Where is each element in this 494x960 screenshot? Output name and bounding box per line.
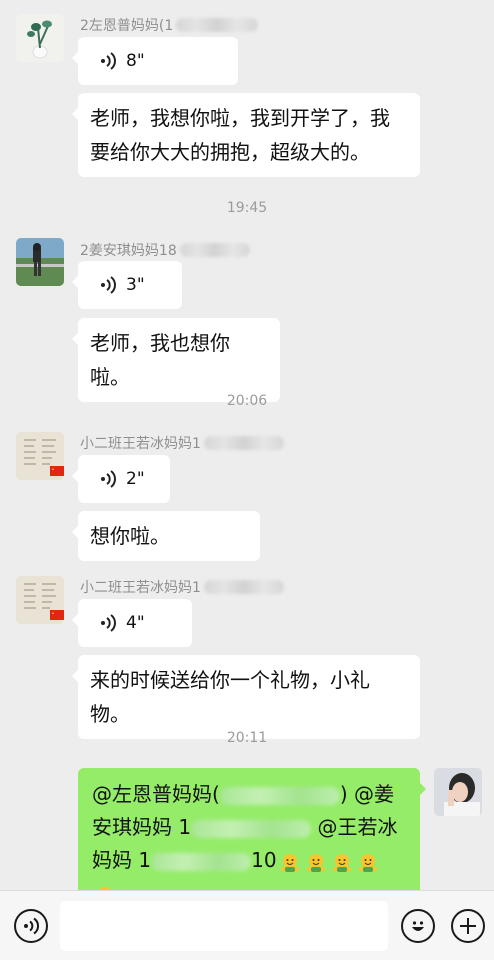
redacted-phone [203,436,284,450]
redacted-phone [203,580,284,594]
text-message[interactable]: 老师，我也想你啦。 [72,318,280,402]
redacted-phone [219,786,340,805]
hug-emoji-icon [357,851,379,873]
avatar[interactable] [16,432,64,480]
sender-name: 2姜安琪妈妈18 [80,240,250,260]
timestamp: 20:11 [226,730,268,746]
message-input[interactable] [60,901,388,951]
voice-input-icon[interactable] [14,909,48,943]
plus-icon[interactable] [451,909,485,943]
timestamp: 19:45 [226,200,268,216]
self-avatar[interactable] [434,768,482,816]
voice-wave-icon [100,469,116,489]
text-message[interactable]: 想你啦。 [72,511,260,561]
redacted-phone [176,18,259,32]
avatar[interactable] [16,14,64,62]
voice-message[interactable]: 8" [72,37,238,85]
timestamp: 20:06 [226,393,268,409]
avatar[interactable] [16,576,64,624]
voice-wave-icon [100,613,116,633]
voice-duration: 8" [126,51,145,71]
emoji-icon[interactable] [401,909,435,943]
text-message[interactable]: 老师，我想你啦，我到开学了，我 要给你大大的拥抱，超级大的。 [72,93,420,177]
redacted-phone [151,852,252,871]
voice-duration: 3" [126,275,145,295]
hug-emoji-icon [305,851,327,873]
redacted-phone [191,819,312,838]
sender-name: 小二班王若冰妈妈1 [80,577,284,597]
voice-message[interactable]: 2" [72,455,170,503]
avatar[interactable] [16,238,64,286]
voice-message[interactable]: 3" [72,261,182,309]
redacted-phone [179,243,250,257]
text-message[interactable]: 来的时候送给你一个礼物，小礼物。 [72,655,420,739]
hug-emoji-icon [279,851,301,873]
hug-emoji-icon [331,851,353,873]
sender-name: 小二班王若冰妈妈1 [80,433,284,453]
voice-duration: 2" [126,469,145,489]
voice-wave-icon [100,51,116,71]
voice-wave-icon [100,275,116,295]
sender-name: 2左恩普妈妈(1 [80,15,259,35]
voice-message[interactable]: 4" [72,599,192,647]
voice-duration: 4" [126,613,145,633]
chat-input-bar [0,890,494,960]
